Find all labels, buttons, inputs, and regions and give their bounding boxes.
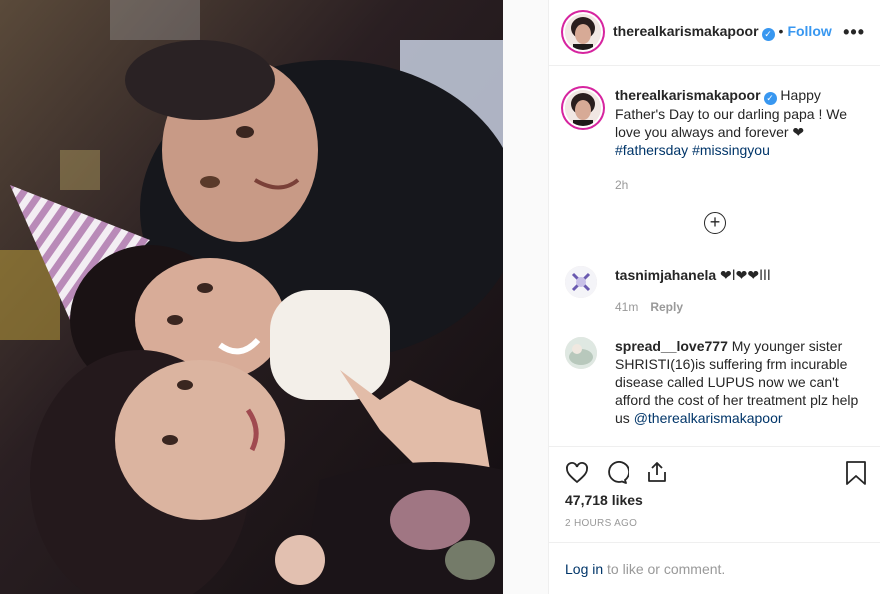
post-photo[interactable] bbox=[0, 0, 503, 594]
photo-illustration bbox=[0, 0, 503, 594]
hashtag-fathersday[interactable]: #fathersday bbox=[615, 142, 688, 158]
verified-badge-icon: ✓ bbox=[763, 92, 777, 105]
login-link[interactable]: Log in bbox=[565, 561, 603, 577]
follow-button[interactable]: Follow bbox=[787, 23, 831, 39]
reply-button[interactable]: Reply bbox=[650, 300, 683, 314]
caption-timestamp: 2h bbox=[615, 178, 629, 192]
post-details-panel: therealkarismakapoor ✓ • Follow ••• thereal… bbox=[548, 0, 880, 594]
post-header: therealkarismakapoor ✓ • Follow ••• bbox=[549, 0, 880, 66]
comment-icon[interactable] bbox=[605, 461, 629, 485]
comment-item: tasnimjahanela ❤𞸀𞸀𞸀❤❤𞸀 bbox=[565, 266, 865, 298]
login-prompt: to like or comment. bbox=[603, 561, 726, 577]
avatar-image bbox=[565, 337, 597, 369]
avatar-image bbox=[565, 90, 601, 126]
comment-meta: 41m Reply bbox=[615, 300, 683, 314]
hashtag-missingyou[interactable]: #missingyou bbox=[692, 142, 770, 158]
more-options-icon[interactable]: ••• bbox=[843, 22, 865, 43]
caption: therealkarismakapoor ✓ Happy Father's Day… bbox=[565, 86, 865, 159]
comment-item: spread__love777 My younger sister SHRIST… bbox=[565, 337, 865, 427]
commenter-username[interactable]: tasnimjahanela bbox=[615, 267, 716, 283]
mention-link[interactable]: @therealkarismakapoor bbox=[634, 410, 783, 426]
author-avatar[interactable] bbox=[565, 14, 601, 50]
commenter-avatar[interactable] bbox=[565, 337, 597, 369]
heart-icon[interactable] bbox=[565, 461, 589, 485]
comment-body: ❤𞸀𞸀𞸀❤❤𞸀 bbox=[720, 267, 771, 283]
bookmark-icon[interactable] bbox=[845, 460, 867, 486]
caption-username[interactable]: therealkarismakapoor bbox=[615, 87, 761, 103]
comment-timestamp: 41m bbox=[615, 300, 639, 314]
author-username[interactable]: therealkarismakapoor bbox=[613, 23, 759, 39]
plus-circle-icon[interactable]: + bbox=[704, 212, 726, 234]
separator-dot: • bbox=[778, 23, 784, 39]
avatar-image bbox=[565, 266, 597, 298]
commenter-avatar[interactable] bbox=[565, 266, 597, 298]
comment-login-bar: Log in to like or comment. bbox=[549, 542, 880, 594]
post-date[interactable]: 2 HOURS AGO bbox=[565, 518, 637, 529]
share-icon[interactable] bbox=[645, 460, 669, 484]
commenter-username[interactable]: spread__love777 bbox=[615, 338, 728, 354]
verified-badge-icon: ✓ bbox=[761, 28, 775, 41]
like-count[interactable]: 47,718 likes bbox=[565, 492, 643, 508]
caption-avatar[interactable] bbox=[565, 90, 601, 126]
avatar-image bbox=[565, 14, 601, 50]
